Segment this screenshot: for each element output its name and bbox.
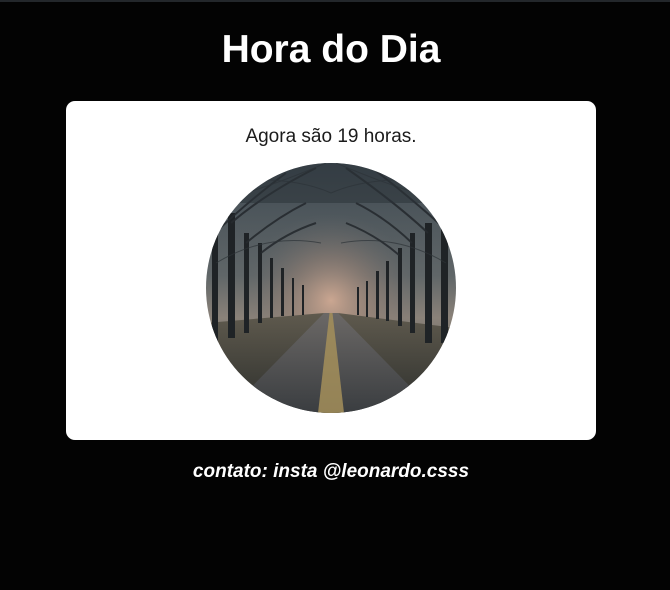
window-top-edge — [0, 0, 670, 2]
current-hour-message: Agora são 19 horas. — [245, 126, 417, 147]
time-of-day-image — [206, 163, 456, 413]
time-card: Agora são 19 horas. — [66, 101, 596, 440]
contact-footer: contato: insta @leonardo.csss — [192, 461, 470, 482]
page-title: Hora do Dia — [221, 28, 441, 71]
